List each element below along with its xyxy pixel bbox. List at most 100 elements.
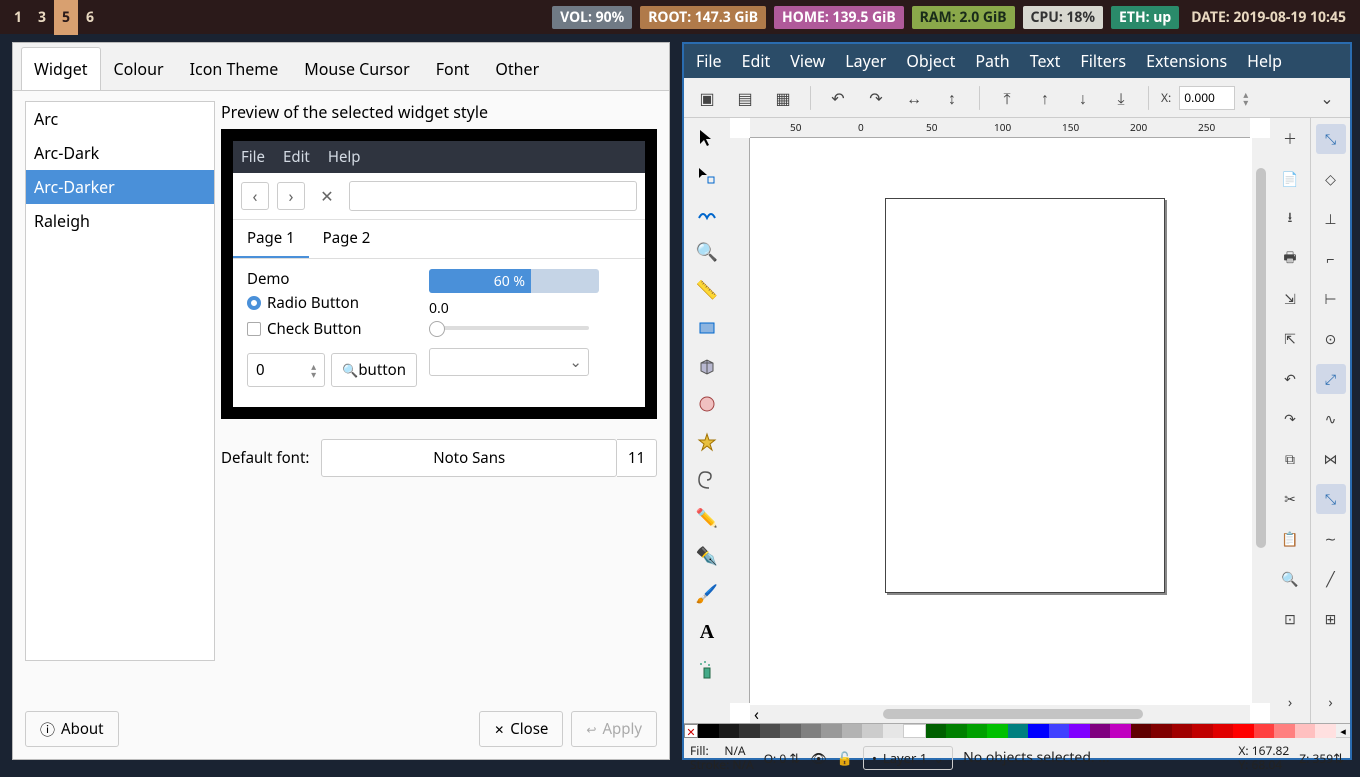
tb-raise-icon[interactable]: ↑ (1030, 83, 1060, 113)
snap-smooth-icon[interactable]: ∼ (1316, 524, 1346, 554)
workspace-3[interactable]: 3 (30, 0, 54, 35)
tb-lower-icon[interactable]: ↓ (1068, 83, 1098, 113)
tool-node-icon[interactable] (691, 160, 723, 192)
style-arc-dark[interactable]: Arc-Dark (26, 136, 214, 170)
rt-import-icon[interactable]: ⇲ (1275, 284, 1305, 314)
menu-layer[interactable]: Layer (845, 50, 886, 72)
swatch[interactable] (1213, 724, 1234, 738)
chevron-right-icon[interactable]: › (1275, 687, 1305, 717)
palette-menu-icon[interactable]: ◂ (1336, 724, 1350, 737)
chevron-left-icon[interactable]: ‹ (750, 703, 763, 723)
menu-path[interactable]: Path (975, 50, 1009, 72)
spin-arrows-icon[interactable]: ⇅ (789, 749, 800, 767)
palette-none-icon[interactable]: ✕ (684, 724, 698, 738)
snap-nodes-icon[interactable]: ⤢ (1316, 364, 1346, 394)
swatch[interactable] (821, 724, 842, 738)
swatch[interactable] (1233, 724, 1254, 738)
tab-icon-theme[interactable]: Icon Theme (177, 47, 292, 90)
swatch[interactable] (842, 724, 863, 738)
preview-slider[interactable] (429, 326, 589, 330)
snap-cusp-icon[interactable]: ⤡ (1316, 484, 1346, 514)
style-raleigh[interactable]: Raleigh (26, 204, 214, 238)
tool-zoom-icon[interactable]: 🔍 (691, 236, 723, 268)
tab-mouse-cursor[interactable]: Mouse Cursor (291, 47, 423, 90)
snap-line-icon[interactable]: ╱ (1316, 564, 1346, 594)
tool-selector-icon[interactable] (691, 122, 723, 154)
swatch[interactable] (926, 724, 947, 738)
preview-menu-help[interactable]: Help (328, 147, 361, 167)
tb-select-all-icon[interactable]: ▣ (692, 83, 722, 113)
tb-raise-top-icon[interactable]: ⤒ (992, 83, 1022, 113)
zoom-value[interactable]: 359 (1313, 750, 1334, 767)
swatch[interactable] (1131, 724, 1152, 738)
layer-visible-icon[interactable]: 👁 (810, 749, 827, 767)
tool-star-icon[interactable] (691, 426, 723, 458)
inkscape-canvas[interactable] (750, 138, 1250, 703)
preview-tab-page2[interactable]: Page 2 (309, 220, 385, 258)
rt-save-icon[interactable]: ⭳ (1275, 204, 1305, 234)
swatch[interactable] (862, 724, 883, 738)
menu-object[interactable]: Object (906, 50, 955, 72)
swatch[interactable] (1049, 724, 1070, 738)
font-size-field[interactable]: 11 (617, 439, 657, 477)
rt-zoom-page-icon[interactable]: ⊡ (1275, 604, 1305, 634)
workspace-1[interactable]: 1 (6, 0, 30, 35)
menu-filters[interactable]: Filters (1080, 50, 1126, 72)
swatch[interactable] (739, 724, 760, 738)
swatch[interactable] (987, 724, 1008, 738)
opacity-value[interactable]: 0 (779, 750, 786, 767)
tool-pencil-icon[interactable]: ✏️ (691, 502, 723, 534)
swatch[interactable] (1110, 724, 1131, 738)
tool-spray-icon[interactable] (691, 654, 723, 686)
snap-center-icon[interactable]: ⊙ (1316, 324, 1346, 354)
snap-bbox-icon[interactable]: ◇ (1316, 164, 1346, 194)
snap-enable-icon[interactable]: ⤡ (1316, 124, 1346, 154)
style-arc[interactable]: Arc (26, 102, 214, 136)
tb-rotate-cw-icon[interactable]: ↷ (861, 83, 891, 113)
workspace-5[interactable]: 5 (54, 0, 78, 35)
style-list[interactable]: Arc Arc-Dark Arc-Darker Raleigh (25, 101, 215, 661)
tb-deselect-icon[interactable]: ▦ (768, 83, 798, 113)
swatch[interactable] (967, 724, 988, 738)
menu-view[interactable]: View (790, 50, 825, 72)
preview-spinbutton[interactable]: 0▴▾ (247, 353, 325, 387)
swatch[interactable] (1254, 724, 1275, 738)
tool-spiral-icon[interactable] (691, 464, 723, 496)
workspace-6[interactable]: 6 (78, 0, 102, 35)
swatch[interactable] (698, 724, 719, 738)
swatch[interactable] (1274, 724, 1295, 738)
swatch[interactable] (946, 724, 967, 738)
rt-print-icon[interactable]: 🖶 (1275, 244, 1305, 274)
menu-file[interactable]: File (696, 50, 722, 72)
tab-colour[interactable]: Colour (101, 47, 177, 90)
tool-rect-icon[interactable] (691, 312, 723, 344)
tool-text-icon[interactable]: A (691, 616, 723, 648)
swatch[interactable] (1192, 724, 1213, 738)
tb-rotate-ccw-icon[interactable]: ↶ (823, 83, 853, 113)
swatch[interactable] (760, 724, 781, 738)
rt-new-icon[interactable]: ＋ (1275, 124, 1305, 154)
tab-other[interactable]: Other (482, 47, 552, 90)
about-button[interactable]: ⓘAbout (25, 711, 119, 747)
snap-intersect-icon[interactable]: ⋈ (1316, 444, 1346, 474)
swatch[interactable] (719, 724, 740, 738)
tool-calligraphy-icon[interactable]: 🖌️ (691, 578, 723, 610)
tool-ellipse-icon[interactable] (691, 388, 723, 420)
tool-3dbox-icon[interactable] (691, 350, 723, 382)
rt-open-icon[interactable]: 📄 (1275, 164, 1305, 194)
layer-selector[interactable]: •Layer 1 ⌄ (863, 746, 953, 770)
preview-menu-edit[interactable]: Edit (283, 147, 310, 167)
preview-radio[interactable]: Radio Button (247, 293, 417, 313)
spin-arrows-icon[interactable]: ⇅ (1333, 749, 1344, 767)
tb-flip-v-icon[interactable]: ↕ (937, 83, 967, 113)
preview-combo[interactable]: ⌄ (429, 348, 589, 376)
swatch[interactable] (1151, 724, 1172, 738)
swatch[interactable] (1172, 724, 1193, 738)
preview-search-button[interactable]: 🔍button (331, 353, 417, 387)
snap-midpoint-icon[interactable]: ⊢ (1316, 284, 1346, 314)
menu-help[interactable]: Help (1247, 50, 1282, 72)
preview-check[interactable]: Check Button (247, 319, 417, 339)
tab-font[interactable]: Font (423, 47, 483, 90)
coord-x-input[interactable] (1179, 86, 1235, 110)
snap-grid-icon[interactable]: ⊞ (1316, 604, 1346, 634)
